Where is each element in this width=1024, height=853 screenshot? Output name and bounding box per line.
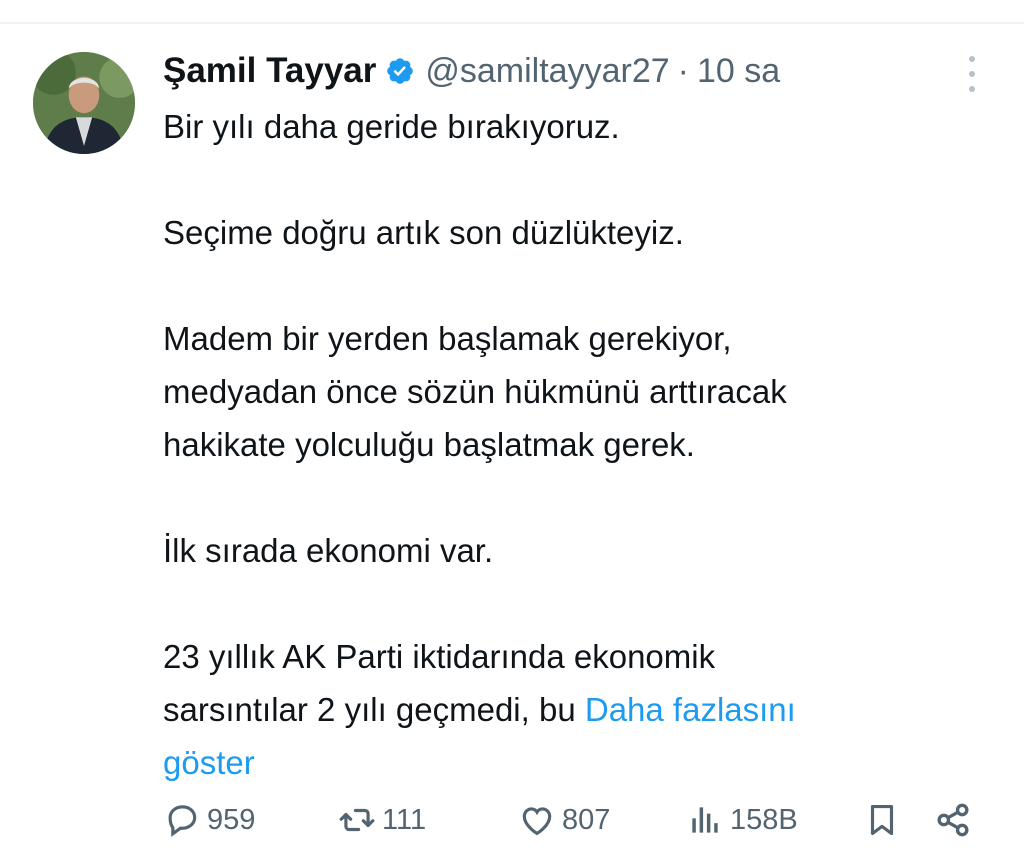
tweet-line: Madem bir yerden başlamak gerekiyor, — [163, 320, 732, 357]
tweet-line: Bir yılı daha geride bırakıyoruz. — [163, 108, 620, 145]
retweet-count: 111 — [382, 803, 427, 836]
tweet-header: Şamil Tayyar @samiltayyar27 · 10 sa — [163, 46, 780, 96]
tweet-line: Seçime doğru artık son düzlükteyiz. — [163, 214, 684, 251]
views-icon — [692, 807, 718, 833]
heart-icon — [522, 807, 552, 836]
tweet-line: hakikate yolculuğu başlatmak gerek. — [163, 426, 695, 463]
bookmark-button[interactable] — [863, 796, 901, 844]
avatar[interactable] — [33, 52, 135, 154]
avatar-image — [33, 52, 135, 154]
verified-badge-icon — [385, 56, 415, 86]
retweet-button[interactable]: 111 — [338, 796, 426, 844]
tweet-line: 23 yıllık AK Parti iktidarında ekonomik — [163, 638, 716, 675]
views-button[interactable]: 158B — [686, 796, 798, 844]
like-button[interactable]: 807 — [518, 796, 610, 844]
tweet-line: sarsıntılar 2 yılı geçmedi, bu — [163, 691, 585, 728]
timestamp[interactable]: 10 sa — [697, 52, 780, 91]
display-name[interactable]: Şamil Tayyar — [163, 51, 376, 91]
tweet-line-with-link: sarsıntılar 2 yılı geçmedi, bu Daha fazl… — [163, 683, 963, 736]
show-more-link[interactable]: Daha fazlasını — [585, 691, 796, 728]
tweet-text: Bir yılı daha geride bırakıyoruz. Seçime… — [163, 100, 963, 789]
like-count: 807 — [562, 803, 611, 836]
tweet-actions-bar: 959 111 807 158B — [163, 796, 983, 844]
reply-icon — [168, 805, 197, 837]
share-icon — [937, 803, 969, 837]
top-divider — [0, 22, 1024, 24]
tweet-line: medyadan önce sözün hükmünü arttıracak — [163, 373, 787, 410]
more-options-icon[interactable] — [963, 56, 981, 92]
show-more-link-continued[interactable]: göster — [163, 744, 255, 781]
reply-button[interactable]: 959 — [163, 796, 255, 844]
separator-dot: · — [677, 51, 689, 90]
views-count: 158B — [730, 803, 798, 836]
bookmark-icon — [870, 804, 894, 836]
share-button[interactable] — [933, 796, 973, 844]
reply-count: 959 — [207, 803, 256, 836]
tweet-line: İlk sırada ekonomi var. — [163, 532, 494, 569]
user-handle[interactable]: @samiltayyar27 — [425, 52, 669, 91]
retweet-icon — [339, 808, 375, 832]
